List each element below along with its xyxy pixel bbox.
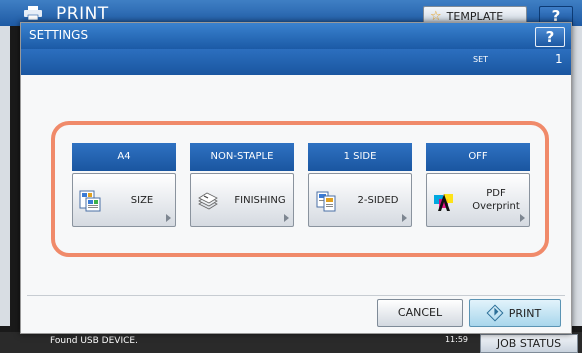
background-panel-left bbox=[0, 26, 10, 326]
pdf-overprint-icon bbox=[434, 194, 453, 211]
set-bar bbox=[21, 49, 571, 75]
two-sided-label: 2-SIDED bbox=[357, 194, 399, 206]
paper-size-icon bbox=[79, 190, 101, 212]
settings-dialog: SETTINGS ? SET 1 A4 SIZE NON-STAPLE FINI… bbox=[20, 22, 572, 334]
set-label: SET bbox=[473, 55, 489, 64]
dialog-title: SETTINGS bbox=[29, 28, 89, 42]
set-count: 1 bbox=[555, 52, 563, 66]
cancel-button[interactable]: CANCEL bbox=[377, 299, 463, 327]
expand-arrow-icon bbox=[520, 214, 525, 222]
size-button[interactable]: SIZE bbox=[72, 173, 176, 227]
expand-arrow-icon bbox=[284, 214, 289, 222]
pdf-overprint-label: PDF Overprint bbox=[472, 188, 520, 212]
pdf-overprint-button[interactable]: PDF Overprint bbox=[426, 173, 530, 227]
expand-arrow-icon bbox=[402, 214, 407, 222]
size-status: A4 bbox=[72, 143, 176, 171]
print-button[interactable]: PRINT bbox=[469, 299, 561, 327]
size-label: SIZE bbox=[130, 194, 154, 206]
clock: 11:59 bbox=[444, 335, 468, 344]
status-message: Found USB DEVICE. bbox=[50, 336, 138, 346]
dialog-header bbox=[21, 23, 571, 49]
job-status-button[interactable]: JOB STATUS bbox=[480, 334, 578, 353]
two-sided-button[interactable]: 2-SIDED bbox=[308, 173, 412, 227]
expand-arrow-icon bbox=[166, 214, 171, 222]
print-start-icon bbox=[486, 304, 504, 322]
dialog-divider bbox=[27, 295, 565, 296]
finishing-status: NON-STAPLE bbox=[190, 143, 294, 171]
finishing-group: NON-STAPLE FINISHING bbox=[190, 143, 294, 227]
finishing-label: FINISHING bbox=[234, 194, 286, 206]
print-screen-title: PRINT bbox=[56, 4, 109, 24]
template-label: TEMPLATE bbox=[446, 9, 504, 23]
duplex-icon bbox=[316, 191, 336, 212]
size-group: A4 SIZE bbox=[72, 143, 176, 227]
finishing-icon bbox=[198, 192, 218, 210]
print-label: PRINT bbox=[508, 306, 542, 320]
pdf-overprint-status: OFF bbox=[426, 143, 530, 171]
dialog-help-button[interactable]: ? bbox=[535, 27, 565, 47]
function-panel: A4 SIZE NON-STAPLE FINISHING 1 SIDE 2-SI… bbox=[51, 121, 549, 257]
two-sided-status: 1 SIDE bbox=[308, 143, 412, 171]
printer-icon bbox=[24, 6, 42, 20]
finishing-button[interactable]: FINISHING bbox=[190, 173, 294, 227]
two-sided-group: 1 SIDE 2-SIDED bbox=[308, 143, 412, 227]
background-panel-right bbox=[572, 26, 582, 326]
pdf-overprint-group: OFF PDF Overprint bbox=[426, 143, 530, 227]
